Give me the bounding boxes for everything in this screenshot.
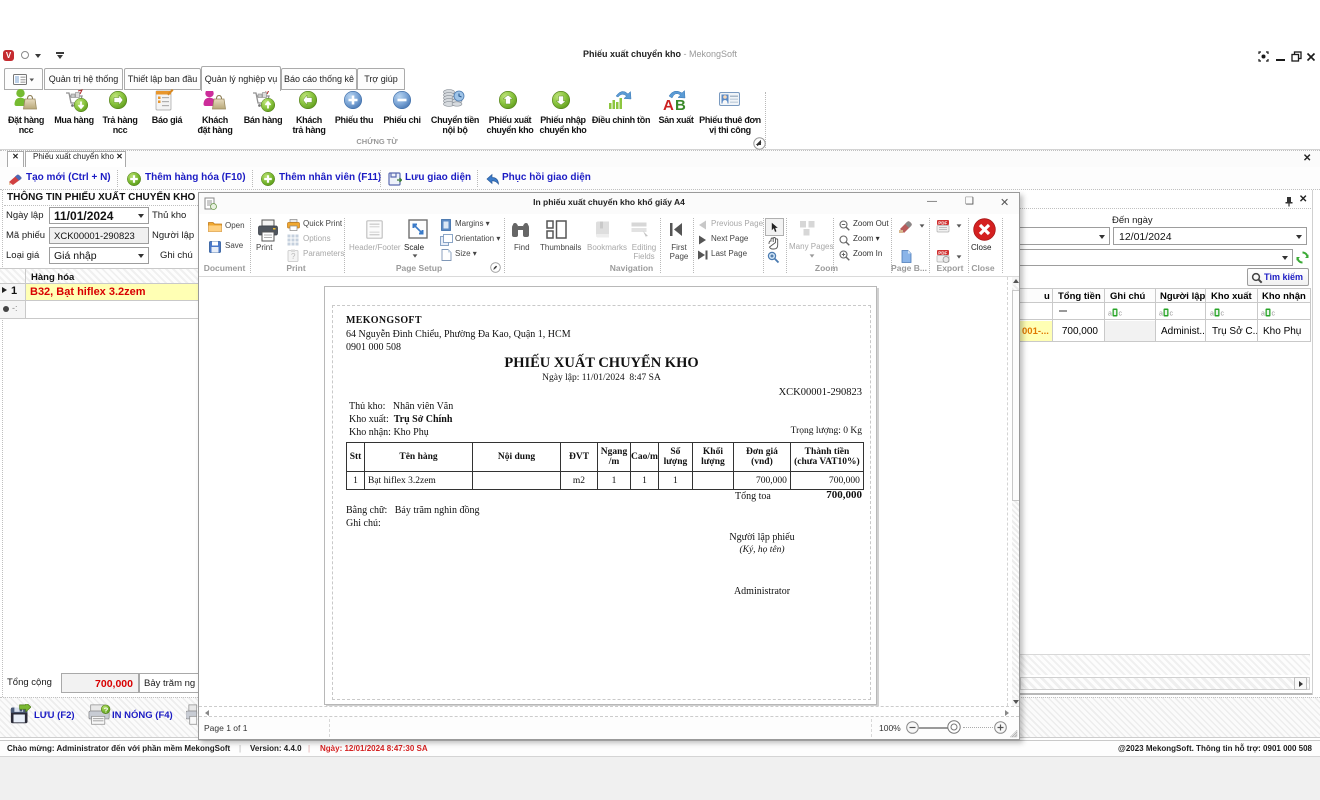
svg-text:a: a [1210, 311, 1214, 318]
svg-text:a: a [1159, 311, 1163, 318]
svg-text:?: ? [104, 705, 109, 714]
svg-text:PDF: PDF [938, 221, 947, 226]
svg-text:?: ? [291, 252, 296, 261]
svg-text:c: c [1119, 311, 1123, 318]
svg-text:c: c [1272, 311, 1276, 318]
svg-text:c: c [1170, 311, 1174, 318]
svg-text:B: B [675, 97, 686, 114]
svg-text:PDF: PDF [938, 251, 947, 256]
svg-text:c: c [1221, 311, 1225, 318]
svg-text:a: a [1108, 311, 1112, 318]
svg-text:a: a [1261, 311, 1265, 318]
svg-text:A: A [663, 97, 674, 114]
